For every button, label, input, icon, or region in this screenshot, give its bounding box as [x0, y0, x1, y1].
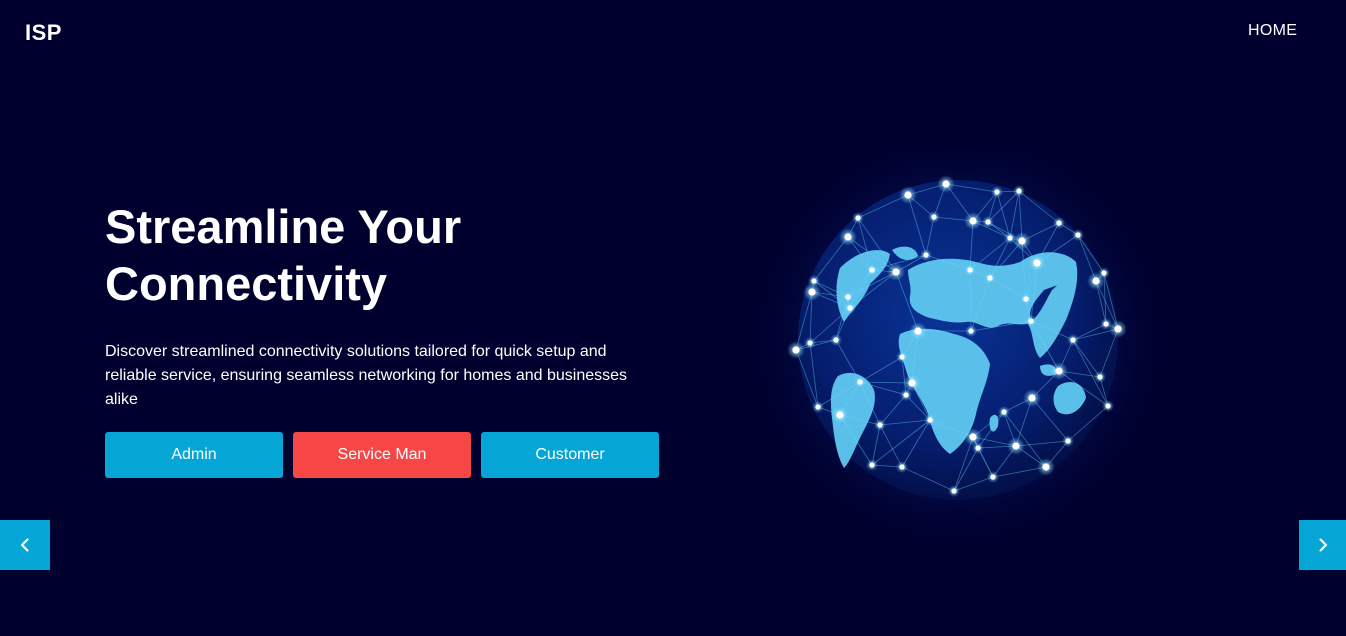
network-node [857, 379, 863, 385]
network-node [1007, 235, 1013, 241]
network-node [1097, 374, 1103, 380]
carousel-next-button[interactable] [1299, 520, 1346, 570]
network-node [987, 275, 993, 281]
hero-description: Discover streamlined connectivity soluti… [105, 343, 628, 408]
network-node [899, 464, 905, 470]
network-node [1042, 463, 1050, 471]
customer-button[interactable]: Customer [481, 432, 659, 478]
service-man-button[interactable]: Service Man [293, 432, 471, 478]
network-node [990, 474, 996, 480]
chevron-left-icon [20, 538, 29, 552]
network-node [1001, 409, 1007, 415]
network-node [855, 215, 861, 221]
network-node [1092, 277, 1100, 285]
network-node [1016, 188, 1022, 194]
network-node [1114, 325, 1122, 333]
network-node [923, 252, 929, 258]
network-node [808, 288, 816, 296]
network-node [969, 433, 977, 441]
network-node [899, 354, 905, 360]
hero-title: Streamline Your Connectivity [105, 200, 462, 310]
globe-icon [743, 125, 1173, 555]
network-globe-illustration [740, 125, 1180, 555]
brand-logo[interactable]: ISP [25, 20, 62, 46]
network-node [969, 217, 977, 225]
network-node [833, 337, 839, 343]
network-node [836, 411, 844, 419]
network-node [1018, 237, 1026, 245]
role-button-group: Admin Service Man Customer [105, 432, 659, 478]
landing-page: ISP HOME Streamline Your Connectivity Di… [0, 0, 1346, 636]
network-node [1033, 259, 1041, 267]
network-node [1065, 438, 1071, 444]
network-node [927, 417, 933, 423]
network-node [1105, 403, 1111, 409]
network-node [1055, 367, 1063, 375]
network-node [892, 268, 900, 276]
network-node [1012, 442, 1020, 450]
network-node [807, 340, 813, 346]
network-node [975, 445, 981, 451]
network-node [1028, 394, 1036, 402]
network-node [994, 189, 1000, 195]
network-node [1056, 220, 1062, 226]
network-node [1075, 232, 1081, 238]
network-node [877, 422, 883, 428]
network-node [968, 328, 974, 334]
network-node [914, 327, 922, 335]
network-node [904, 191, 912, 199]
network-node [1103, 321, 1109, 327]
hero-section: Streamline Your Connectivity Discover st… [105, 198, 665, 412]
network-node [792, 346, 800, 354]
network-node [908, 379, 916, 387]
network-node [811, 278, 817, 284]
network-node [903, 392, 909, 398]
carousel-prev-button[interactable] [0, 520, 50, 570]
admin-button[interactable]: Admin [105, 432, 283, 478]
network-node [844, 233, 852, 241]
network-node [942, 180, 950, 188]
network-node [967, 267, 973, 273]
network-node [869, 462, 875, 468]
network-node [931, 214, 937, 220]
network-node [951, 488, 957, 494]
network-node [847, 305, 853, 311]
network-node [815, 404, 821, 410]
network-node [1070, 337, 1076, 343]
network-node [1028, 318, 1034, 324]
network-node [845, 294, 851, 300]
network-node [1023, 296, 1029, 302]
chevron-right-icon [1318, 538, 1327, 552]
network-node [985, 219, 991, 225]
nav-home-link[interactable]: HOME [1248, 22, 1297, 40]
network-node [869, 267, 875, 273]
